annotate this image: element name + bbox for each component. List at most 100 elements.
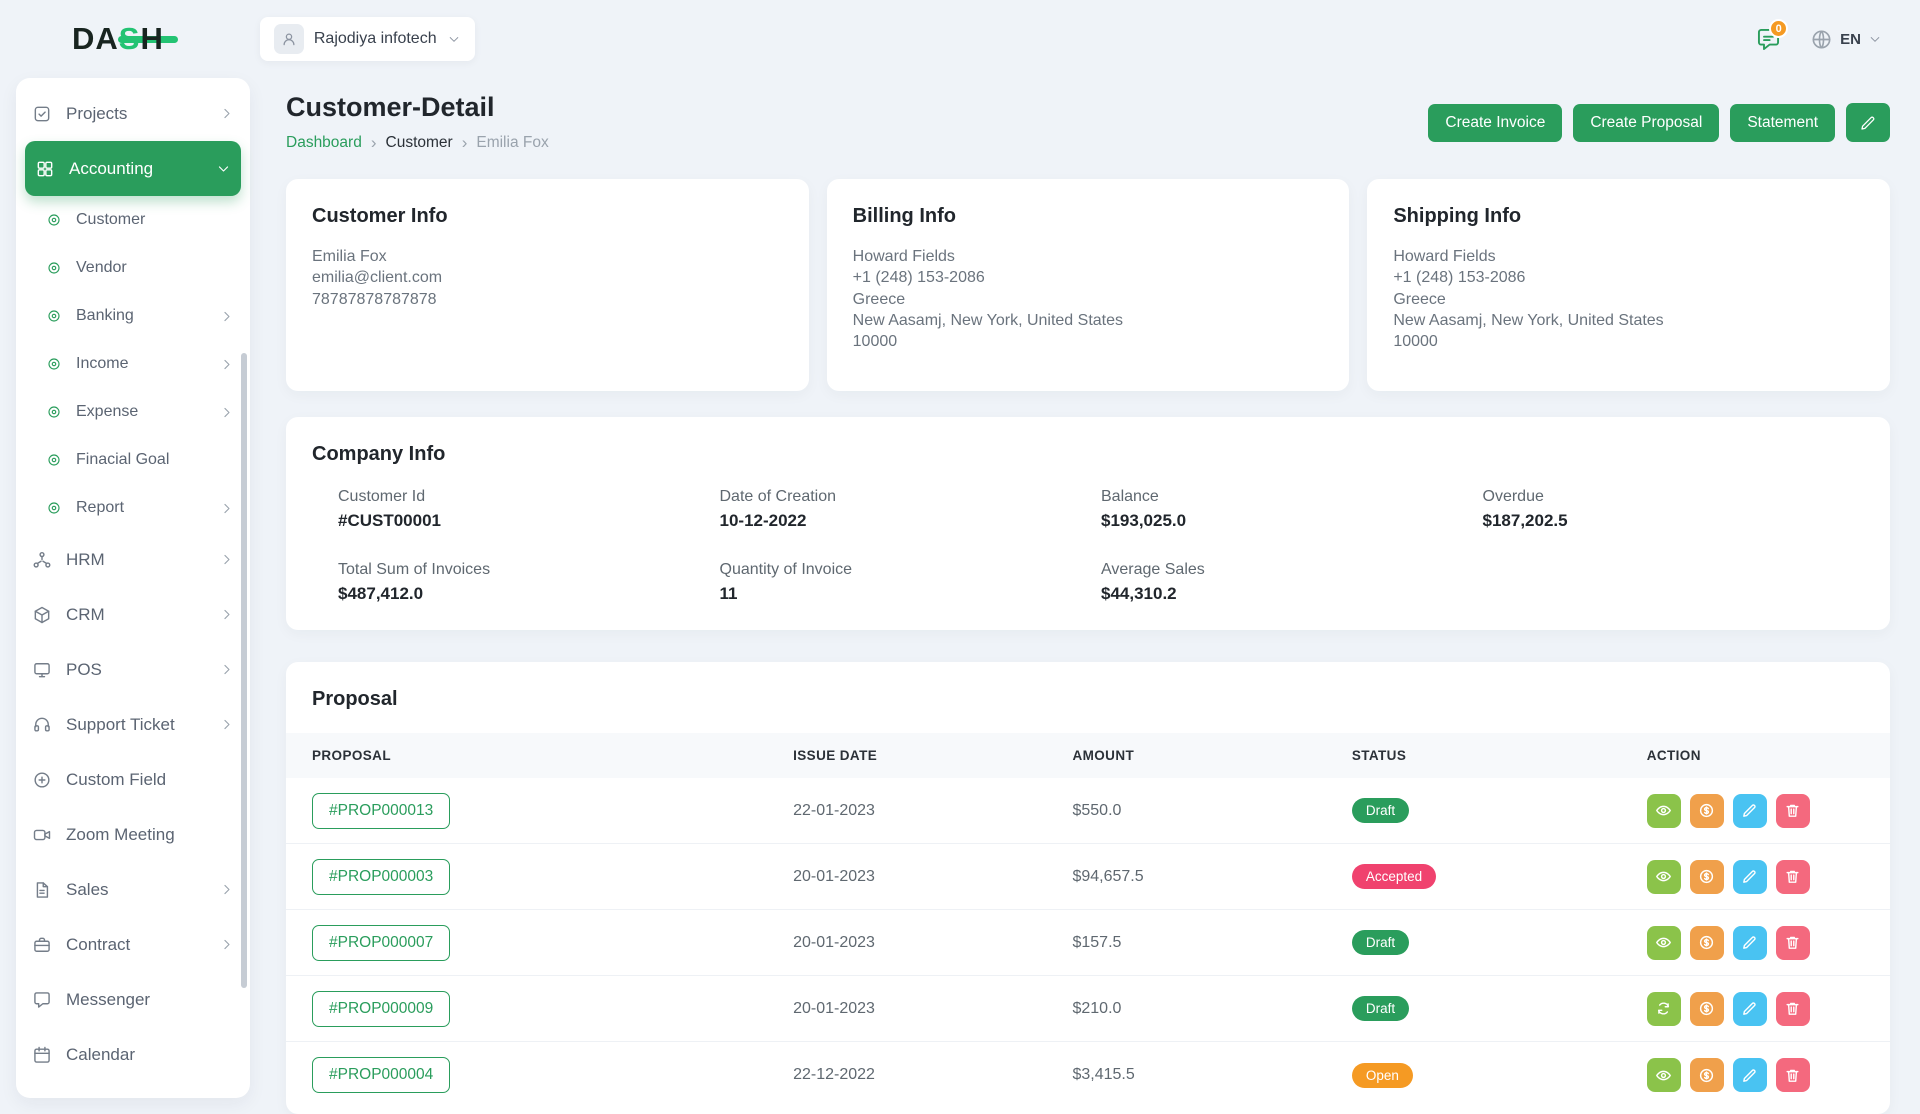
dollar-icon bbox=[1698, 802, 1715, 819]
sidebar-item-customer[interactable]: Customer bbox=[16, 196, 250, 244]
bullet-icon bbox=[46, 260, 76, 276]
sidebar-item-expense[interactable]: Expense bbox=[16, 388, 250, 436]
sidebar-item-custom-field[interactable]: Custom Field bbox=[16, 752, 250, 807]
view-action-button[interactable] bbox=[1647, 860, 1681, 894]
bullet-icon bbox=[46, 500, 76, 516]
statement-button[interactable]: Statement bbox=[1730, 104, 1835, 142]
proposal-id-link[interactable]: #PROP000004 bbox=[312, 1057, 450, 1093]
dollar-icon bbox=[1698, 934, 1715, 951]
table-row: #PROP000003 20-01-2023 $94,657.5 Accepte… bbox=[286, 844, 1890, 910]
issue-date-cell: 20-01-2023 bbox=[793, 868, 1072, 886]
edit-action-button[interactable] bbox=[1733, 926, 1767, 960]
sidebar-item-label: Customer bbox=[76, 211, 234, 229]
sidebar-item-label: Contract bbox=[66, 935, 219, 955]
edit-action-button[interactable] bbox=[1733, 1058, 1767, 1092]
view-action-button[interactable] bbox=[1647, 794, 1681, 828]
sidebar-item-label: Vendor bbox=[76, 259, 234, 277]
video-icon bbox=[32, 825, 66, 845]
sidebar-item-finacial-goal[interactable]: Finacial Goal bbox=[16, 436, 250, 484]
sidebar-item-accounting[interactable]: Accounting bbox=[25, 141, 241, 196]
pencil-icon bbox=[1741, 1000, 1758, 1017]
payment-action-button[interactable] bbox=[1690, 992, 1724, 1026]
sidebar-item-zoom-meeting[interactable]: Zoom Meeting bbox=[16, 807, 250, 862]
delete-action-button[interactable] bbox=[1776, 926, 1810, 960]
main-content: Customer-Detail Dashboard › Customer › E… bbox=[286, 78, 1890, 1114]
issue-date-cell: 22-12-2022 bbox=[793, 1066, 1072, 1084]
amount-cell: $157.5 bbox=[1072, 934, 1351, 952]
sidebar-item-projects[interactable]: Projects bbox=[16, 86, 250, 141]
topbar: DASH Rajodiya infotech 0 EN bbox=[0, 0, 1920, 78]
sidebar-item-crm[interactable]: CRM bbox=[16, 587, 250, 642]
breadcrumb-dashboard-link[interactable]: Dashboard bbox=[286, 134, 362, 152]
payment-action-button[interactable] bbox=[1690, 794, 1724, 828]
bullet-icon bbox=[46, 356, 76, 372]
sidebar-item-vendor[interactable]: Vendor bbox=[16, 244, 250, 292]
card-title: Proposal bbox=[286, 662, 1890, 733]
delete-action-button[interactable] bbox=[1776, 1058, 1810, 1092]
sidebar-item-messenger[interactable]: Messenger bbox=[16, 972, 250, 1027]
pencil-icon bbox=[1859, 114, 1877, 132]
language-selector[interactable]: EN bbox=[1810, 28, 1882, 51]
edit-action-button[interactable] bbox=[1733, 794, 1767, 828]
edit-action-button[interactable] bbox=[1733, 860, 1767, 894]
sidebar-item-calendar[interactable]: Calendar bbox=[16, 1027, 250, 1082]
shipping-info-card: Shipping Info Howard Fields +1 (248) 153… bbox=[1367, 179, 1890, 391]
delete-action-button[interactable] bbox=[1776, 794, 1810, 828]
breadcrumb-customer-link[interactable]: Customer bbox=[386, 134, 453, 152]
logo-text: DA bbox=[72, 21, 119, 57]
proposal-id-link[interactable]: #PROP000013 bbox=[312, 793, 450, 829]
sidebar-item-hrm[interactable]: HRM bbox=[16, 532, 250, 587]
billing-name: Howard Fields bbox=[853, 246, 1324, 267]
edit-action-button[interactable] bbox=[1733, 992, 1767, 1026]
edit-customer-button[interactable] bbox=[1846, 103, 1890, 142]
view-action-button[interactable] bbox=[1647, 1058, 1681, 1092]
pencil-icon bbox=[1741, 868, 1758, 885]
table-row: #PROP000007 20-01-2023 $157.5 Draft bbox=[286, 910, 1890, 976]
chevron-right-icon bbox=[219, 106, 234, 121]
messages-button[interactable]: 0 bbox=[1746, 17, 1790, 61]
projects-icon bbox=[32, 104, 66, 124]
proposal-id-link[interactable]: #PROP000007 bbox=[312, 925, 450, 961]
eye-icon bbox=[1655, 802, 1672, 819]
amount-cell: $3,415.5 bbox=[1072, 1066, 1351, 1084]
delete-action-button[interactable] bbox=[1776, 992, 1810, 1026]
sidebar-item-report[interactable]: Report bbox=[16, 484, 250, 532]
chevron-right-icon bbox=[219, 552, 234, 567]
sidebar-item-support-ticket[interactable]: Support Ticket bbox=[16, 697, 250, 752]
payment-action-button[interactable] bbox=[1690, 860, 1724, 894]
chevron-right-icon bbox=[219, 937, 234, 952]
column-header: STATUS bbox=[1352, 748, 1647, 763]
shipping-phone: +1 (248) 153-2086 bbox=[1393, 267, 1864, 288]
company-selector[interactable]: Rajodiya infotech bbox=[260, 17, 475, 61]
page-title: Customer-Detail bbox=[286, 92, 549, 123]
create-proposal-button[interactable]: Create Proposal bbox=[1573, 104, 1719, 142]
crm-icon bbox=[32, 605, 66, 625]
sidebar-item-income[interactable]: Income bbox=[16, 340, 250, 388]
chevron-down-icon bbox=[447, 32, 461, 46]
sidebar-scrollbar[interactable] bbox=[241, 353, 247, 988]
field-overdue: Overdue $187,202.5 bbox=[1483, 488, 1865, 531]
status-badge: Draft bbox=[1352, 930, 1409, 955]
payment-action-button[interactable] bbox=[1690, 1058, 1724, 1092]
field-date-of-creation: Date of Creation 10-12-2022 bbox=[720, 488, 1102, 531]
delete-action-button[interactable] bbox=[1776, 860, 1810, 894]
convert-action-button[interactable] bbox=[1647, 992, 1681, 1026]
amount-cell: $210.0 bbox=[1072, 1000, 1351, 1018]
proposal-id-link[interactable]: #PROP000003 bbox=[312, 859, 450, 895]
status-badge: Draft bbox=[1352, 996, 1409, 1021]
eye-icon bbox=[1655, 868, 1672, 885]
create-invoice-button[interactable]: Create Invoice bbox=[1428, 104, 1562, 142]
pencil-icon bbox=[1741, 802, 1758, 819]
sidebar-item-label: Income bbox=[76, 355, 219, 373]
sidebar-item-sales[interactable]: Sales bbox=[16, 862, 250, 917]
proposal-id-link[interactable]: #PROP000009 bbox=[312, 991, 450, 1027]
chevron-right-icon bbox=[219, 717, 234, 732]
payment-action-button[interactable] bbox=[1690, 926, 1724, 960]
amount-cell: $94,657.5 bbox=[1072, 868, 1351, 886]
sidebar-item-contract[interactable]: Contract bbox=[16, 917, 250, 972]
billing-zip: 10000 bbox=[853, 331, 1324, 352]
sidebar-item-label: Custom Field bbox=[66, 770, 234, 790]
view-action-button[interactable] bbox=[1647, 926, 1681, 960]
sidebar-item-pos[interactable]: POS bbox=[16, 642, 250, 697]
sidebar-item-banking[interactable]: Banking bbox=[16, 292, 250, 340]
